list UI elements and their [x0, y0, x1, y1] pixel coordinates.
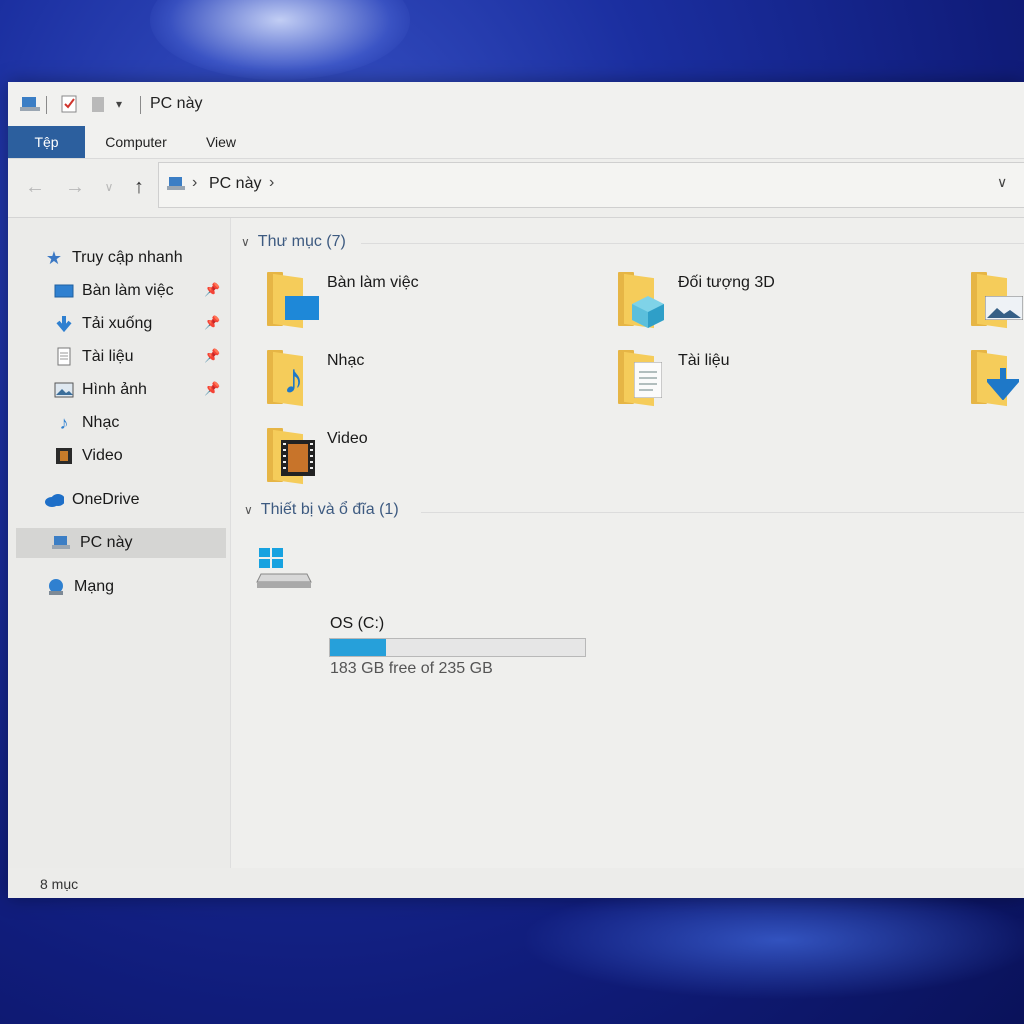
address-bar[interactable]: › PC này › ∨ — [158, 162, 1024, 208]
drive-usage-bar — [329, 638, 586, 657]
sidebar-item-quick-access[interactable]: ★ Truy cập nhanh — [44, 243, 183, 273]
wallpaper-glow — [150, 0, 410, 80]
folder-desktop[interactable]: Bàn làm việc — [265, 270, 419, 329]
sidebar-item-label: Tài liệu — [82, 348, 134, 365]
item-count: 8 mục — [40, 876, 79, 892]
sidebar-item-label: Mạng — [74, 578, 115, 595]
tab-file[interactable]: Tệp — [8, 126, 85, 158]
sidebar-item-desktop[interactable]: Bàn làm việc — [54, 276, 174, 306]
separator — [46, 96, 47, 114]
sidebar-item-label: Bàn làm việc — [82, 282, 174, 299]
pc-icon — [167, 176, 187, 197]
music-folder-icon: ♪ — [265, 348, 317, 407]
status-bar: 8 mục — [8, 868, 1024, 898]
forward-arrow-icon[interactable]: → — [62, 173, 88, 201]
pictures-folder-icon — [969, 270, 1023, 329]
tab-computer[interactable]: Computer — [96, 126, 176, 158]
sidebar-item-label: Tải xuống — [82, 315, 153, 332]
group-header-label: Thư mục (7) — [257, 233, 346, 250]
folder-music[interactable]: ♪ Nhạc — [265, 348, 365, 407]
divider — [421, 512, 1024, 513]
folder-videos[interactable]: Video — [265, 426, 368, 485]
3d-objects-folder-icon — [616, 270, 668, 329]
folder-label: Bàn làm việc — [327, 274, 419, 291]
customize-quick-access-icon[interactable]: ▾ — [116, 94, 122, 114]
sidebar-item-onedrive[interactable]: OneDrive — [44, 485, 140, 515]
sidebar-item-label: PC này — [80, 534, 133, 551]
folder-documents[interactable]: Tài liệu — [616, 348, 730, 407]
devices-group-header[interactable]: ∨ Thiết bị và ổ đĩa (1) — [244, 501, 399, 519]
sidebar-item-pictures[interactable]: Hình ảnh — [54, 375, 147, 405]
sidebar-item-label: Truy cập nhanh — [72, 249, 183, 266]
back-arrow-icon[interactable]: ← — [22, 173, 48, 201]
pin-icon[interactable]: 📌 — [204, 315, 220, 331]
sidebar-item-this-pc[interactable]: PC này — [16, 528, 226, 558]
folders-group-header[interactable]: ∨ Thư mục (7) — [241, 233, 346, 251]
drive-free-space: 183 GB free of 235 GB — [330, 660, 493, 677]
sidebar-item-documents[interactable]: Tài liệu — [54, 342, 134, 372]
sidebar-item-label: Nhạc — [82, 414, 120, 431]
sidebar-item-label: Video — [82, 447, 123, 464]
sidebar-item-music[interactable]: ♪ Nhạc — [54, 408, 120, 438]
group-header-label: Thiết bị và ổ đĩa (1) — [260, 501, 399, 518]
desktop-icon — [54, 281, 74, 301]
sidebar-item-label: OneDrive — [72, 491, 140, 508]
cloud-icon — [44, 490, 64, 510]
pin-icon[interactable]: 📌 — [204, 348, 220, 364]
new-folder-icon[interactable] — [90, 94, 108, 114]
drive-c-icon[interactable] — [255, 544, 315, 595]
chevron-down-icon: ∨ — [241, 235, 250, 249]
star-icon: ★ — [45, 247, 63, 268]
folder-downloads[interactable] — [969, 348, 1024, 407]
folder-pictures[interactable] — [969, 270, 1024, 329]
music-icon: ♪ — [59, 412, 69, 433]
pc-icon — [52, 533, 72, 553]
recent-locations-icon[interactable]: ∨ — [96, 173, 122, 201]
content-pane: ∨ Thư mục (7) Bàn làm việc Đối tượng 3D — [231, 218, 1024, 898]
separator — [140, 96, 141, 114]
folder-3d-objects[interactable]: Đối tượng 3D — [616, 270, 775, 329]
folder-label: Nhạc — [327, 352, 365, 369]
pc-icon — [20, 94, 42, 114]
file-explorer-window: ▾ PC này Tệp Computer View ← → ∨ ↑ › PC … — [8, 82, 1024, 898]
ribbon-tabs: Tệp Computer View — [8, 126, 1024, 159]
downloads-folder-icon — [969, 348, 1021, 407]
chevron-right-icon[interactable]: › — [269, 174, 274, 192]
folder-label: Đối tượng 3D — [678, 274, 775, 291]
sidebar-item-videos[interactable]: Video — [54, 441, 123, 471]
sidebar-item-label: Hình ảnh — [82, 381, 147, 398]
folder-label: Video — [327, 430, 368, 447]
chevron-down-icon: ∨ — [244, 503, 253, 517]
address-path: PC này — [209, 175, 262, 192]
divider — [361, 243, 1024, 244]
window-title: PC này — [150, 95, 203, 112]
drive-label[interactable]: OS (C:) — [330, 615, 384, 633]
pin-icon[interactable]: 📌 — [204, 282, 220, 298]
drive-usage-fill — [330, 639, 387, 656]
download-icon — [54, 314, 74, 334]
navigation-bar: ← → ∨ ↑ › PC này › ∨ — [8, 159, 1024, 218]
address-dropdown-icon[interactable]: ∨ — [997, 174, 1007, 191]
sidebar-item-network[interactable]: Mạng — [46, 572, 114, 602]
network-icon — [46, 577, 66, 597]
pin-icon[interactable]: 📌 — [204, 381, 220, 397]
document-icon — [54, 347, 74, 367]
videos-folder-icon — [265, 426, 317, 485]
folder-label: Tài liệu — [678, 352, 730, 369]
title-bar: ▾ PC này — [8, 82, 1024, 126]
documents-folder-icon — [616, 348, 668, 407]
chevron-right-icon: › — [192, 174, 198, 191]
up-arrow-icon[interactable]: ↑ — [126, 173, 152, 201]
desktop-folder-icon — [265, 270, 319, 329]
sidebar-item-downloads[interactable]: Tải xuống — [54, 309, 152, 339]
navigation-pane: ★ Truy cập nhanh Bàn làm việc 📌 Tải xuốn… — [8, 218, 231, 898]
properties-icon[interactable] — [60, 94, 80, 114]
picture-icon — [54, 380, 74, 400]
tab-view[interactable]: View — [194, 126, 248, 158]
video-icon — [54, 446, 74, 466]
wallpaper-glow — [520, 880, 1024, 1000]
